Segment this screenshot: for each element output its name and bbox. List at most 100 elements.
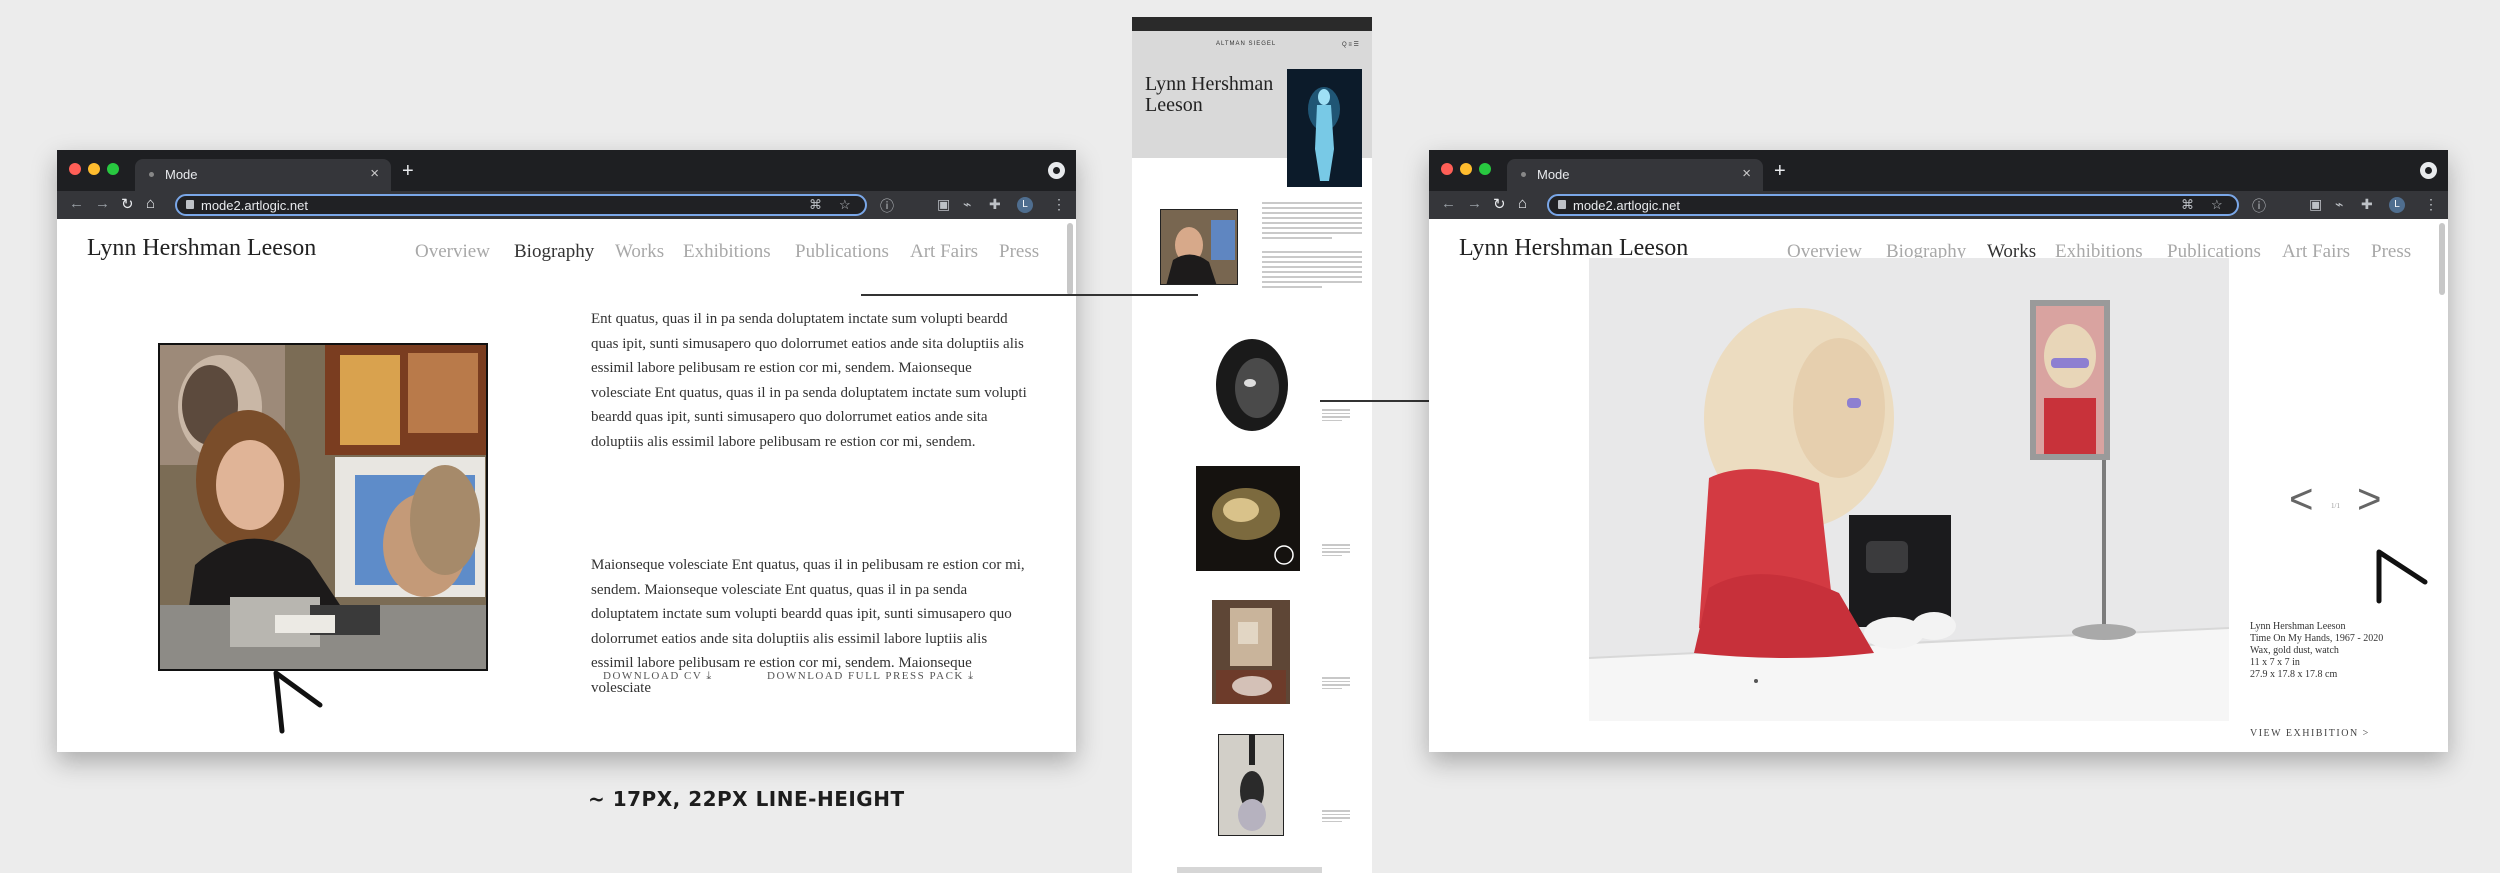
- nav-publications[interactable]: Publications: [795, 241, 889, 263]
- nav-works[interactable]: Works: [615, 241, 664, 263]
- scrollbar[interactable]: [1067, 223, 1073, 295]
- favicon-icon: [149, 172, 154, 177]
- nav-exhibitions[interactable]: Exhibitions: [683, 241, 771, 263]
- nav-art-fairs[interactable]: Art Fairs: [910, 241, 978, 263]
- qr-code-icon[interactable]: ⌘: [809, 197, 822, 213]
- download-cv-link[interactable]: DOWNLOAD CV ⤓: [603, 670, 713, 683]
- close-tab-icon[interactable]: ×: [370, 165, 379, 182]
- address-bar[interactable]: mode2.artlogic.net ⌘ ☆: [1547, 194, 2239, 216]
- zoom-window-button[interactable]: [107, 163, 119, 175]
- next-work-arrow[interactable]: >: [2357, 475, 2382, 523]
- back-icon[interactable]: ←: [69, 195, 84, 212]
- puzzle-extensions-icon[interactable]: ✚: [2361, 196, 2373, 213]
- lock-icon: [1558, 200, 1566, 209]
- pointer-cursor-icon: [273, 670, 323, 734]
- bookmark-star-icon[interactable]: ☆: [2211, 197, 2223, 213]
- forward-icon[interactable]: →: [95, 195, 110, 212]
- mobile-thumb-room[interactable]: [1212, 600, 1290, 704]
- browser-toolbar: ← → ↻ ⌂ mode2.artlogic.net ⌘ ☆ ⓘ ▣ ⌁ ✚ L…: [1429, 191, 2448, 219]
- new-tab-button[interactable]: +: [402, 160, 414, 183]
- new-tab-button[interactable]: +: [1774, 160, 1786, 183]
- artwork-image[interactable]: [1589, 258, 2229, 721]
- info-icon[interactable]: ⓘ: [880, 196, 894, 216]
- browser-window-biography: Mode × + ← → ↻ ⌂ mode2.artlogic.net ⌘ ☆ …: [57, 150, 1076, 752]
- download-press-label: DOWNLOAD FULL PRESS PACK: [767, 670, 964, 682]
- profile-avatar-icon[interactable]: L: [1017, 197, 1033, 213]
- address-url: mode2.artlogic.net: [201, 198, 308, 213]
- camera-extension-icon[interactable]: ▣: [937, 196, 950, 213]
- mobile-thumb-portrait[interactable]: [1160, 209, 1238, 285]
- extension-icon[interactable]: ⌁: [963, 196, 971, 213]
- chrome-menu-icon[interactable]: [2420, 162, 2437, 179]
- view-exhibition-link[interactable]: VIEW EXHIBITION >: [2250, 728, 2370, 739]
- site-title[interactable]: Lynn Hershman Leeson: [87, 235, 316, 262]
- nav-biography[interactable]: Biography: [514, 241, 594, 263]
- caption-artist: Lynn Hershman Leeson: [2250, 621, 2346, 632]
- tab-title: Mode: [1537, 167, 1570, 182]
- scrollbar[interactable]: [2439, 223, 2445, 295]
- mobile-browser-bar: [1132, 17, 1372, 31]
- browser-toolbar: ← → ↻ ⌂ mode2.artlogic.net ⌘ ☆ ⓘ ▣ ⌁ ✚ L…: [57, 191, 1076, 219]
- reload-icon[interactable]: ↻: [1493, 195, 1506, 213]
- home-icon[interactable]: ⌂: [1518, 195, 1527, 212]
- browser-window-works: Mode × + ← → ↻ ⌂ mode2.artlogic.net ⌘ ☆ …: [1429, 150, 2448, 752]
- tab-bar: Mode × +: [1429, 150, 2448, 191]
- mobile-bio-text: [1262, 202, 1362, 291]
- minimize-window-button[interactable]: [88, 163, 100, 175]
- close-window-button[interactable]: [1441, 163, 1453, 175]
- camera-extension-icon[interactable]: ▣: [2309, 196, 2322, 213]
- more-menu-icon[interactable]: ⋮: [1052, 196, 1066, 213]
- qr-code-icon[interactable]: ⌘: [2181, 197, 2194, 213]
- caption-dimensions-in: 11 x 7 x 7 in: [2250, 657, 2300, 668]
- tab-title: Mode: [165, 167, 198, 182]
- minimize-window-button[interactable]: [1460, 163, 1472, 175]
- prev-work-arrow[interactable]: <: [2289, 475, 2314, 523]
- profile-avatar-icon[interactable]: L: [2389, 197, 2405, 213]
- artist-portrait-image: [158, 343, 488, 671]
- mobile-page-preview: ALTMAN SIEGEL Q ≡ ☰ Lynn Hershman Leeson: [1132, 17, 1372, 873]
- zoom-window-button[interactable]: [1479, 163, 1491, 175]
- extension-icon[interactable]: ⌁: [2335, 196, 2343, 213]
- image-pager: 1/1: [2331, 502, 2340, 510]
- forward-icon[interactable]: →: [1467, 195, 1482, 212]
- browser-tab[interactable]: Mode ×: [135, 159, 391, 191]
- back-icon[interactable]: ←: [1441, 195, 1456, 212]
- mobile-artist-name: Lynn Hershman Leeson: [1145, 73, 1274, 116]
- bio-paragraph-1: Ent quatus, quas il in pa senda doluptat…: [591, 311, 1027, 450]
- mobile-thumb-hanging-figure[interactable]: [1218, 734, 1284, 836]
- typography-annotation: ~ 17PX, 22PX LINE-HEIGHT: [588, 787, 905, 811]
- download-press-pack-link[interactable]: DOWNLOAD FULL PRESS PACK ⤓: [767, 670, 974, 683]
- reload-icon[interactable]: ↻: [121, 195, 134, 213]
- mobile-work-caption: [1322, 409, 1350, 423]
- browser-tab[interactable]: Mode ×: [1507, 159, 1763, 191]
- mobile-thumb-face[interactable]: [1212, 333, 1292, 439]
- close-window-button[interactable]: [69, 163, 81, 175]
- address-url: mode2.artlogic.net: [1573, 198, 1680, 213]
- download-cv-label: DOWNLOAD CV: [603, 670, 703, 682]
- nav-art-fairs[interactable]: Art Fairs: [2282, 241, 2350, 263]
- lock-icon: [186, 200, 194, 209]
- home-icon[interactable]: ⌂: [146, 195, 155, 212]
- mobile-gallery-logo: ALTMAN SIEGEL: [1216, 41, 1277, 47]
- mobile-menu-icon[interactable]: Q ≡ ☰: [1342, 41, 1359, 48]
- address-bar[interactable]: mode2.artlogic.net ⌘ ☆: [175, 194, 867, 216]
- info-icon[interactable]: ⓘ: [2252, 196, 2266, 216]
- mobile-work-caption: [1322, 544, 1350, 558]
- mobile-hero-image: [1287, 69, 1362, 187]
- page-viewport: Lynn Hershman Leeson Overview Biography …: [1429, 219, 2448, 752]
- nav-overview[interactable]: Overview: [415, 241, 490, 263]
- puzzle-extensions-icon[interactable]: ✚: [989, 196, 1001, 213]
- mobile-work-caption: [1322, 677, 1350, 691]
- more-menu-icon[interactable]: ⋮: [2424, 196, 2438, 213]
- bookmark-star-icon[interactable]: ☆: [839, 197, 851, 213]
- favicon-icon: [1521, 172, 1526, 177]
- caption-medium: Wax, gold dust, watch: [2250, 645, 2339, 656]
- nav-press[interactable]: Press: [2371, 241, 2411, 263]
- close-tab-icon[interactable]: ×: [1742, 165, 1751, 182]
- mobile-thumb-sculpture[interactable]: [1196, 466, 1300, 571]
- mobile-work-caption: [1322, 810, 1350, 824]
- tab-bar: Mode × +: [57, 150, 1076, 191]
- pointer-cursor-icon: [2376, 549, 2428, 604]
- nav-press[interactable]: Press: [999, 241, 1039, 263]
- chrome-menu-icon[interactable]: [1048, 162, 1065, 179]
